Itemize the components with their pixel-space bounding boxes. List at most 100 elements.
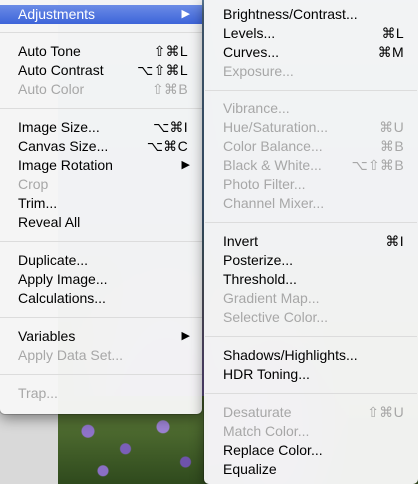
menu-item-label: Posterize... (223, 252, 294, 268)
menu-divider (0, 32, 202, 33)
menu-item-photo-filter: Photo Filter... (204, 175, 418, 194)
menu-item-channel-mixer: Channel Mixer... (204, 194, 418, 213)
menu-item-posterize[interactable]: Posterize... (204, 251, 418, 270)
menu-item-duplicate[interactable]: Duplicate... (0, 251, 202, 270)
menu-item-image-rotation[interactable]: Image Rotation ▶ (0, 156, 202, 175)
shortcut-label: ⌘L (381, 25, 404, 41)
menu-item-label: Threshold... (223, 271, 297, 287)
menu-item-image-size[interactable]: Image Size... ⌥⌘I (0, 118, 202, 137)
menu-item-match-color: Match Color... (204, 422, 418, 441)
menu-divider (0, 374, 202, 375)
menu-item-reveal-all[interactable]: Reveal All (0, 213, 202, 232)
menu-item-label: Levels... (223, 25, 276, 41)
submenu-arrow-icon: ▶ (181, 330, 190, 342)
menu-item-label: Hue/Saturation... (223, 119, 329, 135)
menu-divider (0, 108, 202, 109)
menu-item-label: HDR Toning... (223, 366, 310, 382)
menu-item-auto-contrast[interactable]: Auto Contrast ⌥⇧⌘L (0, 61, 202, 80)
menu-item-label: Reveal All (18, 214, 81, 230)
menu-item-black-white: Black & White... ⌥⇧⌘B (204, 156, 418, 175)
menu-item-label: Adjustments (18, 6, 96, 22)
menu-item-replace-color[interactable]: Replace Color... (204, 441, 418, 460)
menu-item-label: Canvas Size... (18, 138, 109, 154)
menu-item-label: Photo Filter... (223, 176, 306, 192)
menu-item-gradient-map: Gradient Map... (204, 289, 418, 308)
menu-item-label: Auto Contrast (18, 62, 104, 78)
shortcut-label: ⌥⇧⌘B (351, 157, 404, 173)
menu-item-label: Auto Color (18, 81, 85, 97)
menu-item-label: Shadows/Highlights... (223, 347, 358, 363)
menu-item-label: Selective Color... (223, 309, 329, 325)
menu-item-trim[interactable]: Trim... (0, 194, 202, 213)
menu-item-invert[interactable]: Invert ⌘I (204, 232, 418, 251)
menu-item-adjustments[interactable]: Adjustments ▶ (0, 5, 202, 24)
menu-item-shadows-highlights[interactable]: Shadows/Highlights... (204, 346, 418, 365)
menu-item-apply-data-set: Apply Data Set... (0, 346, 202, 365)
image-menu: Adjustments ▶ Auto Tone ⇧⌘L Auto Contras… (0, 0, 202, 414)
menu-item-label: Variables (18, 328, 76, 344)
menu-divider (0, 317, 202, 318)
shortcut-label: ⌥⌘C (146, 138, 188, 154)
menu-item-brightness-contrast[interactable]: Brightness/Contrast... (204, 5, 418, 24)
menu-item-crop: Crop (0, 175, 202, 194)
menu-item-label: Trap... (18, 385, 58, 401)
menu-divider (0, 241, 202, 242)
menu-item-label: Image Size... (18, 119, 100, 135)
menu-item-label: Black & White... (223, 157, 322, 173)
shortcut-label: ⇧⌘U (367, 404, 404, 420)
menu-item-desaturate: Desaturate ⇧⌘U (204, 403, 418, 422)
menu-item-label: Duplicate... (18, 252, 89, 268)
menu-item-trap: Trap... (0, 384, 202, 403)
menu-item-levels[interactable]: Levels... ⌘L (204, 24, 418, 43)
submenu-arrow-icon: ▶ (181, 159, 190, 171)
menu-item-label: Invert (223, 233, 259, 249)
menu-divider (205, 222, 417, 223)
menu-item-vibrance: Vibrance... (204, 99, 418, 118)
menu-item-exposure: Exposure... (204, 62, 418, 81)
shortcut-label: ⌘M (377, 44, 404, 60)
menu-item-label: Exposure... (223, 63, 294, 79)
shortcut-label: ⌘U (379, 119, 404, 135)
menu-item-label: Auto Tone (18, 43, 81, 59)
menu-item-curves[interactable]: Curves... ⌘M (204, 43, 418, 62)
menu-item-label: Channel Mixer... (223, 195, 325, 211)
menu-item-hdr-toning[interactable]: HDR Toning... (204, 365, 418, 384)
submenu-arrow-icon: ▶ (181, 8, 190, 20)
menu-item-label: Gradient Map... (223, 290, 320, 306)
menu-item-calculations[interactable]: Calculations... (0, 289, 202, 308)
shortcut-label: ⌥⌘I (153, 119, 188, 135)
menu-item-label: Replace Color... (223, 442, 323, 458)
menu-divider (205, 393, 417, 394)
menu-item-label: Desaturate (223, 404, 292, 420)
menu-item-selective-color: Selective Color... (204, 308, 418, 327)
adjustments-submenu: Brightness/Contrast... Levels... ⌘L Curv… (204, 0, 418, 484)
menu-item-label: Equalize (223, 461, 277, 477)
menu-item-canvas-size[interactable]: Canvas Size... ⌥⌘C (0, 137, 202, 156)
menu-item-label: Brightness/Contrast... (223, 6, 358, 22)
shortcut-label: ⌘I (385, 233, 404, 249)
menu-item-label: Match Color... (223, 423, 310, 439)
menu-item-label: Apply Data Set... (18, 347, 124, 363)
menu-item-label: Apply Image... (18, 271, 108, 287)
menu-item-label: Color Balance... (223, 138, 323, 154)
shortcut-label: ⇧⌘L (153, 43, 188, 59)
menu-item-label: Image Rotation (18, 157, 113, 173)
menu-item-label: Crop (18, 176, 49, 192)
menu-item-apply-image[interactable]: Apply Image... (0, 270, 202, 289)
menu-item-variables[interactable]: Variables ▶ (0, 327, 202, 346)
menu-item-auto-color: Auto Color ⇧⌘B (0, 80, 202, 99)
menu-item-label: Curves... (223, 44, 280, 60)
menu-item-equalize[interactable]: Equalize (204, 460, 418, 479)
menu-item-threshold[interactable]: Threshold... (204, 270, 418, 289)
menu-item-hue-saturation: Hue/Saturation... ⌘U (204, 118, 418, 137)
menu-divider (205, 90, 417, 91)
menu-item-auto-tone[interactable]: Auto Tone ⇧⌘L (0, 42, 202, 61)
menu-divider (205, 336, 417, 337)
menu-item-label: Calculations... (18, 290, 106, 306)
menu-item-color-balance: Color Balance... ⌘B (204, 137, 418, 156)
menu-item-label: Trim... (18, 195, 58, 211)
shortcut-label: ⌥⇧⌘L (137, 62, 188, 78)
shortcut-label: ⇧⌘B (152, 81, 188, 97)
menu-item-label: Vibrance... (223, 100, 290, 116)
shortcut-label: ⌘B (380, 138, 404, 154)
